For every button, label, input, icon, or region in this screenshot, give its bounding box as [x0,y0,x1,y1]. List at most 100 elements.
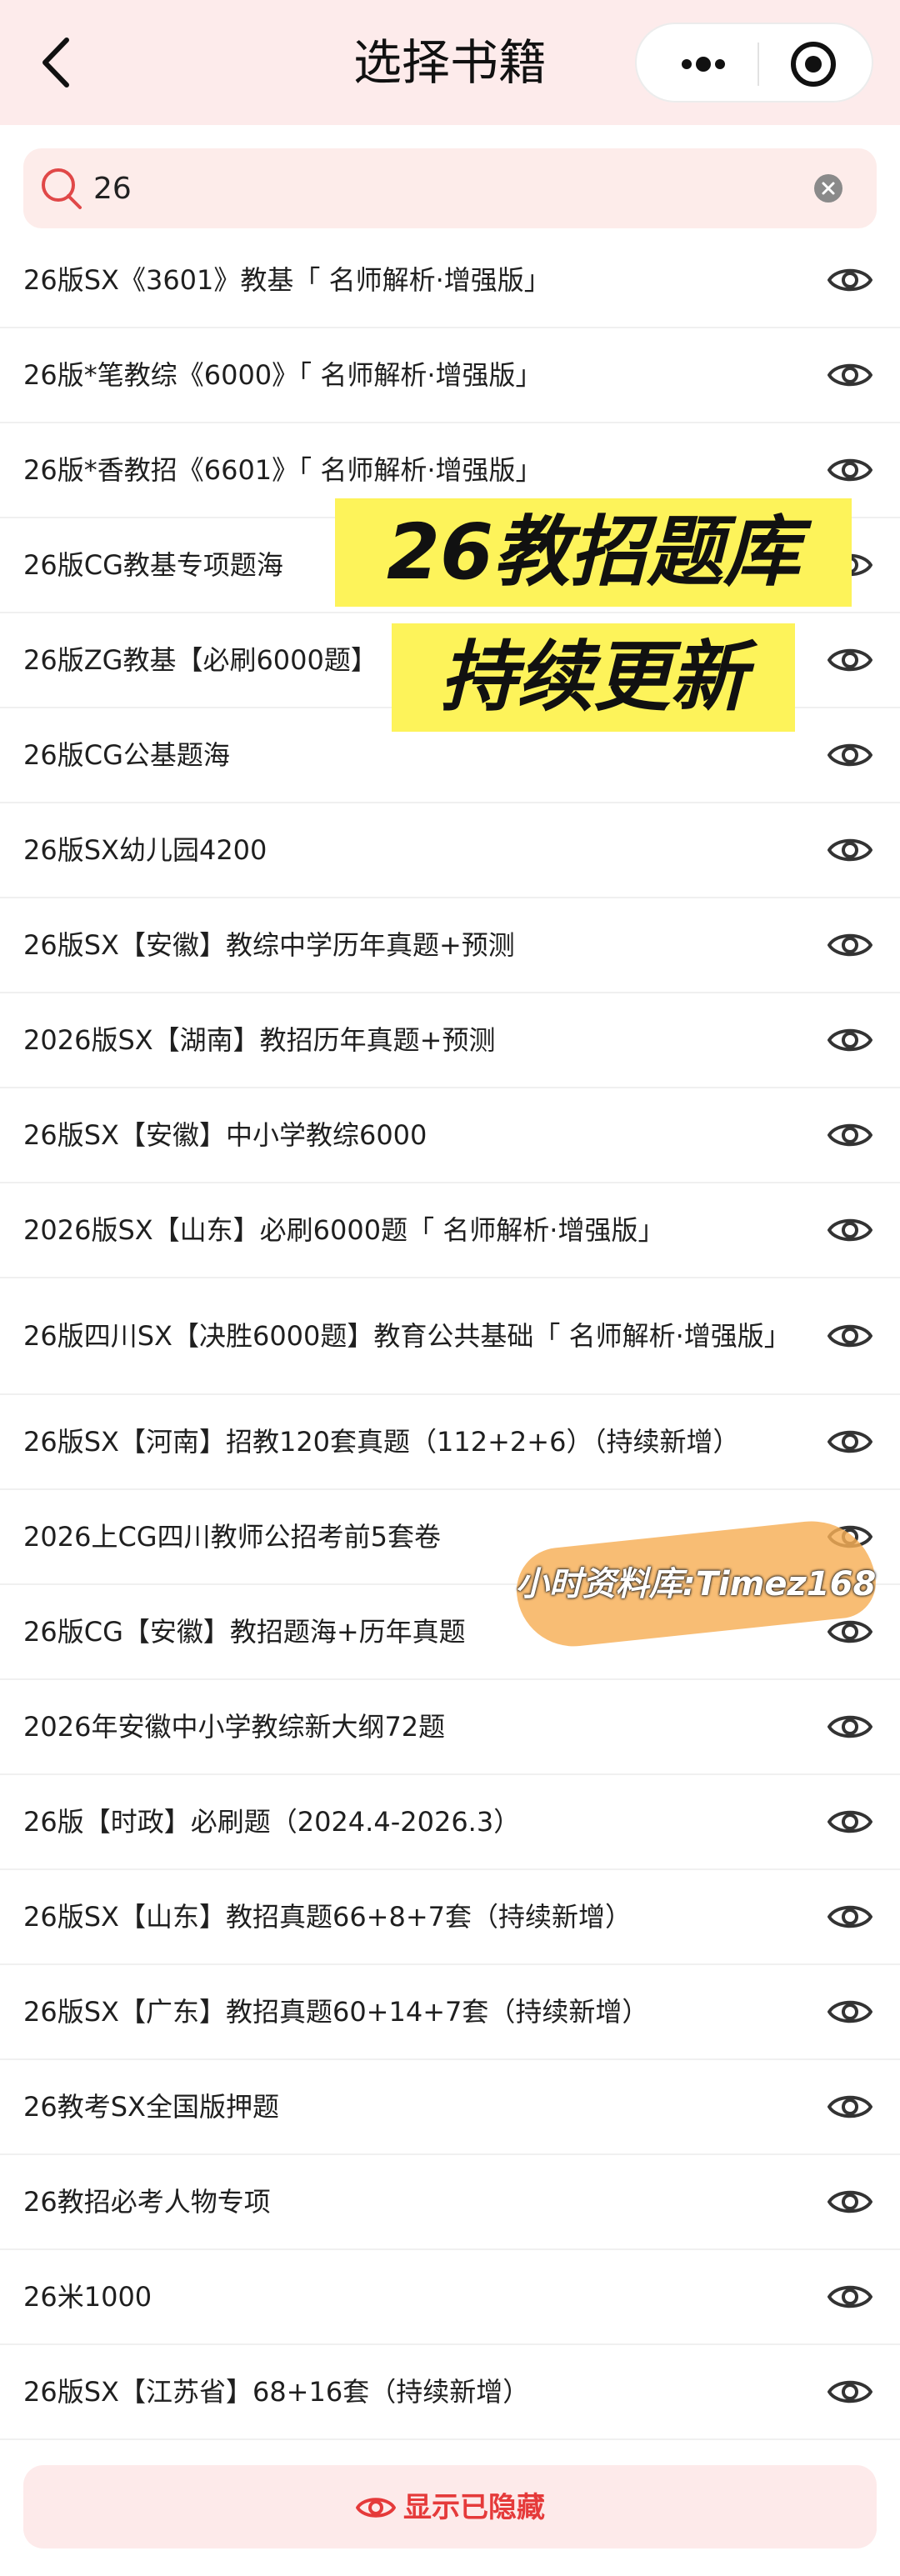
toggle-visibility-button[interactable] [827,1802,873,1842]
toggle-visibility-button[interactable] [827,925,873,965]
eye-icon [828,2190,872,2213]
toggle-visibility-button[interactable] [827,1210,873,1250]
eye-icon [828,743,872,767]
book-title: 2026年安徽中小学教综新大纲72题 [23,1711,446,1743]
more-dots-icon [682,57,725,72]
book-row-2[interactable]: 26版*笔教综《6000》「 名师解析·增强版」 [0,328,900,423]
toggle-visibility-button[interactable] [827,735,873,775]
show-hidden-button[interactable]: 显示已隐藏 [23,2465,877,2548]
book-row-5[interactable]: 26版ZG教基【必刷6000题】 [0,613,900,708]
toggle-visibility-button[interactable] [827,355,873,395]
eye-icon [828,2380,872,2403]
book-title: 26版*笔教综《6000》「 名师解析·增强版」 [23,359,542,391]
target-close-icon [791,42,836,87]
book-row-3[interactable]: 26版*香教招《6601》「 名师解析·增强版」 [0,423,900,518]
toggle-visibility-button[interactable] [827,1115,873,1155]
book-row-16[interactable]: 2026年安徽中小学教综新大纲72题 [0,1680,900,1775]
book-title: 26版【时政】必刷题（2024.4-2026.3） [23,1806,521,1838]
toggle-visibility-button[interactable] [827,1422,873,1462]
chevron-left-icon [42,38,69,88]
toggle-visibility-button[interactable] [827,830,873,870]
search-input[interactable] [93,160,810,217]
toggle-visibility-button[interactable] [827,2372,873,2412]
book-row-10[interactable]: 26版SX【安徽】中小学教综6000 [0,1088,900,1183]
more-button[interactable] [670,44,737,84]
toggle-visibility-button[interactable] [827,2182,873,2222]
book-title: 26版CG教基专项题海 [23,549,283,581]
capsule-divider [758,43,759,86]
toggle-visibility-button[interactable] [827,545,873,585]
book-row-11[interactable]: 2026版SX【山东】必刷6000题「 名师解析·增强版」 [0,1183,900,1278]
book-row-15[interactable]: 26版CG【安徽】教招题海+历年真题 [0,1585,900,1680]
book-title: 26版ZG教基【必刷6000题】 [23,644,378,676]
toggle-visibility-button[interactable] [827,1612,873,1652]
show-hidden-label: 显示已隐藏 [403,2490,545,2524]
toggle-visibility-button[interactable] [827,640,873,680]
toggle-visibility-button[interactable] [827,1316,873,1356]
book-row-17[interactable]: 26版【时政】必刷题（2024.4-2026.3） [0,1775,900,1870]
book-title: 26版SX【安徽】教综中学历年真题+预测 [23,929,515,961]
book-title: 26版SX《3601》教基「 名师解析·增强版」 [23,264,551,296]
book-row-8[interactable]: 26版SX【安徽】教综中学历年真题+预测 [0,898,900,993]
book-title: 26教考SX全国版押题 [23,2091,279,2123]
book-row-22[interactable]: 26米1000 [0,2250,900,2345]
toggle-visibility-button[interactable] [827,450,873,490]
toggle-visibility-button[interactable] [827,1897,873,1937]
eye-icon [828,363,872,387]
eye-icon [828,838,872,862]
book-title: 26教招必考人物专项 [23,2186,271,2218]
show-hidden-content: 显示已隐藏 [355,2466,545,2549]
toggle-visibility-button[interactable] [827,2277,873,2317]
book-title: 26米1000 [23,2281,152,2313]
toggle-visibility-button[interactable] [827,1517,873,1557]
toggle-visibility-button[interactable] [827,1020,873,1060]
book-title: 26版SX【江苏省】68+16套（持续新增） [23,2376,530,2408]
book-row-20[interactable]: 26教考SX全国版押题 [0,2060,900,2155]
eye-icon [828,1123,872,1147]
book-title: 2026版SX【山东】必刷6000题「 名师解析·增强版」 [23,1214,665,1246]
toggle-visibility-button[interactable] [827,260,873,300]
book-title: 2026版SX【湖南】教招历年真题+预测 [23,1024,496,1056]
eye-icon [828,1905,872,1928]
eye-icon [828,2285,872,2308]
eye-icon [828,553,872,577]
book-row-14[interactable]: 2026上CG四川教师公招考前5套卷 [0,1490,900,1585]
book-row-4[interactable]: 26版CG教基专项题海 [0,518,900,613]
eye-icon [828,1715,872,1738]
clear-circle-icon[interactable] [813,173,843,203]
book-title: 26版SX【安徽】中小学教综6000 [23,1119,428,1151]
eye-icon [828,933,872,957]
book-row-12[interactable]: 26版四川SX【决胜6000题】教育公共基础「 名师解析·增强版」 [0,1278,900,1395]
toggle-visibility-button[interactable] [827,1707,873,1747]
eye-icon [828,458,872,482]
book-title: 26版CG公基题海 [23,739,230,771]
book-row-9[interactable]: 2026版SX【湖南】教招历年真题+预测 [0,993,900,1088]
book-row-1[interactable]: 26版SX《3601》教基「 名师解析·增强版」 [0,233,900,328]
eye-icon [356,2497,396,2518]
eye-icon [828,1810,872,1833]
book-row-13[interactable]: 26版SX【河南】招教120套真题（112+2+6）（持续新增） [0,1395,900,1490]
book-title: 26版*香教招《6601》「 名师解析·增强版」 [23,454,542,486]
book-row-19[interactable]: 26版SX【广东】教招真题60+14+7套（持续新增） [0,1965,900,2060]
book-row-21[interactable]: 26教招必考人物专项 [0,2155,900,2250]
book-list: 26版SX《3601》教基「 名师解析·增强版」 26版*笔教综《6000》「 … [0,233,900,2440]
book-row-23[interactable]: 26版SX【江苏省】68+16套（持续新增） [0,2345,900,2440]
eye-icon [828,268,872,292]
eye-icon [828,2000,872,2023]
back-button[interactable] [32,33,82,92]
eye-icon [828,2095,872,2118]
eye-icon [828,1620,872,1643]
close-mini-program-button[interactable] [788,39,838,89]
book-title: 26版四川SX【决胜6000题】教育公共基础「 名师解析·增强版」 [23,1320,791,1352]
eye-icon [828,1430,872,1453]
search-icon [42,168,82,209]
book-row-6[interactable]: 26版CG公基题海 [0,708,900,803]
book-row-18[interactable]: 26版SX【山东】教招真题66+8+7套（持续新增） [0,1870,900,1965]
eye-icon [828,648,872,672]
book-title: 26版SX【山东】教招真题66+8+7套（持续新增） [23,1901,632,1933]
book-row-7[interactable]: 26版SX幼儿园4200 [0,803,900,898]
book-title: 26版SX【河南】招教120套真题（112+2+6）（持续新增） [23,1426,740,1458]
toggle-visibility-button[interactable] [827,2087,873,2127]
eye-icon [828,1525,872,1548]
toggle-visibility-button[interactable] [827,1992,873,2032]
